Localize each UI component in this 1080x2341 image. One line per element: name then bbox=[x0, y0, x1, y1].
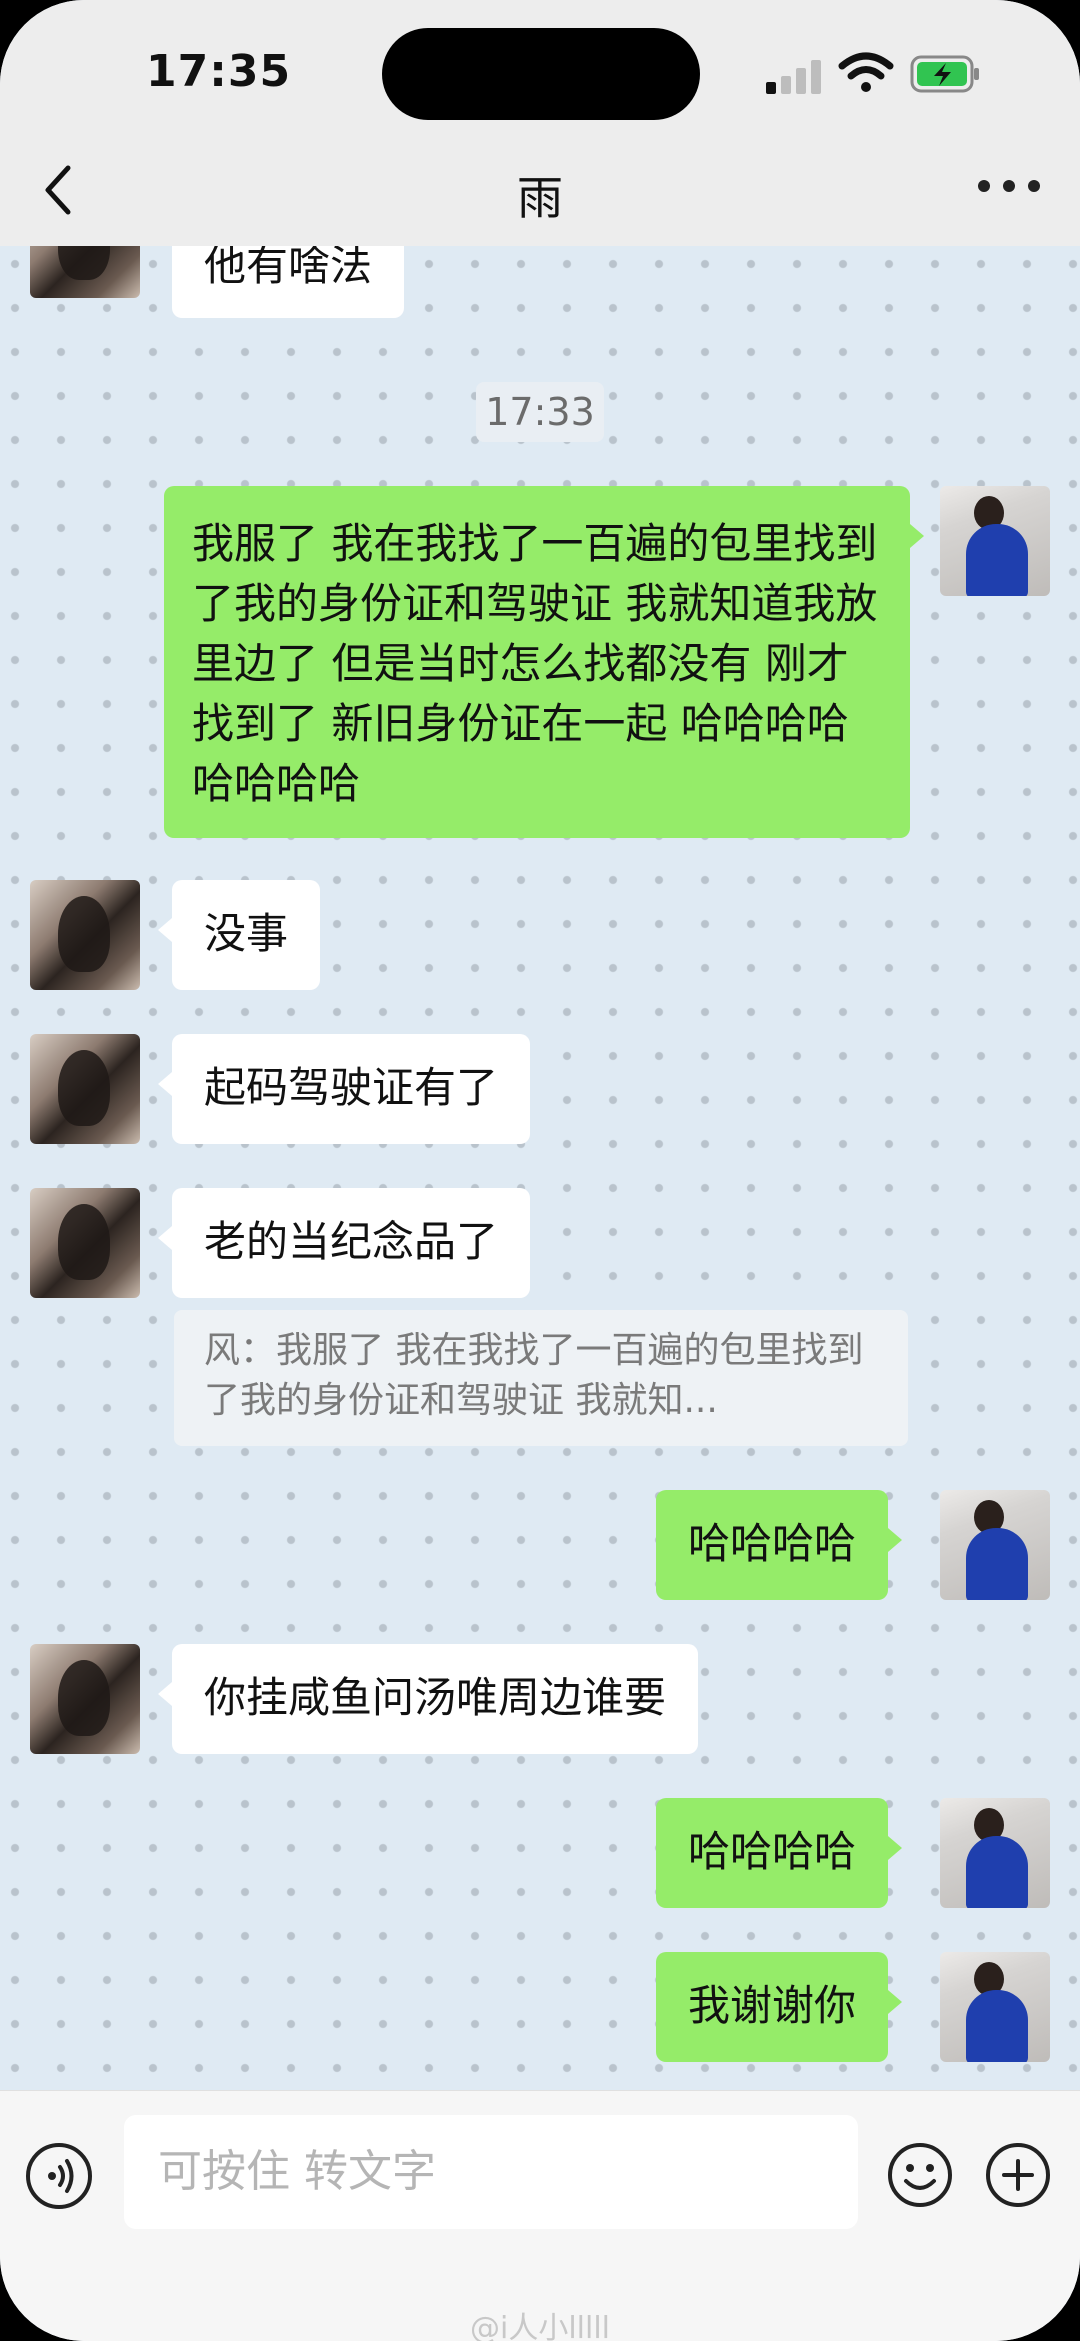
chat-area[interactable]: 他有啥法 17:33 我服了 我在我找了一百遍的包里找到了我的身份证和驾驶证 我… bbox=[0, 178, 1080, 2090]
incoming-message[interactable]: 起码驾驶证有了 bbox=[157, 1034, 531, 1144]
my-avatar[interactable] bbox=[940, 1952, 1050, 2062]
wifi-icon bbox=[838, 52, 894, 92]
my-avatar[interactable] bbox=[940, 1490, 1050, 1600]
emoji-icon[interactable] bbox=[886, 2141, 954, 2209]
message-timestamp: 17:33 bbox=[476, 382, 604, 442]
contact-avatar[interactable] bbox=[30, 880, 140, 990]
top-bar: 17:35 雨 bbox=[0, 0, 1080, 246]
voice-icon[interactable] bbox=[26, 2143, 92, 2209]
outgoing-message[interactable]: 哈哈哈哈 bbox=[656, 1798, 903, 1908]
cellular-signal-icon bbox=[766, 58, 824, 94]
outgoing-message[interactable]: 哈哈哈哈 bbox=[656, 1490, 903, 1600]
input-bar: 可按住 转文字 @i人小lllll bbox=[0, 2090, 1080, 2341]
chat-title: 雨 bbox=[517, 171, 563, 225]
outgoing-message[interactable]: 我谢谢你 bbox=[656, 1952, 903, 2062]
my-avatar[interactable] bbox=[940, 1798, 1050, 1908]
my-avatar[interactable] bbox=[940, 486, 1050, 596]
contact-avatar[interactable] bbox=[30, 1644, 140, 1754]
contact-avatar[interactable] bbox=[30, 1034, 140, 1144]
more-dots-icon[interactable] bbox=[974, 176, 1044, 200]
status-time: 17:35 bbox=[146, 46, 292, 97]
incoming-message[interactable]: 没事 bbox=[157, 880, 321, 990]
quoted-message[interactable]: 风：我服了 我在我找了一百遍的包里找到了我的身份证和驾驶证 我就知... bbox=[174, 1310, 908, 1446]
screen: 17:35 雨 他有啥法 17:33 我服了 我在我找了一百遍的包里找到了我的身… bbox=[0, 0, 1080, 2341]
incoming-message[interactable]: 老的当纪念品了 bbox=[157, 1188, 531, 1298]
plus-icon[interactable] bbox=[984, 2141, 1052, 2209]
phone-frame: 17:35 雨 他有啥法 17:33 我服了 我在我找了一百遍的包里找到了我的身… bbox=[0, 0, 1080, 2341]
incoming-message[interactable]: 你挂咸鱼问汤唯周边谁要 bbox=[157, 1644, 699, 1754]
battery-charging-icon bbox=[910, 55, 979, 93]
contact-avatar[interactable] bbox=[30, 1188, 140, 1298]
dynamic-island bbox=[382, 28, 700, 120]
watermark-text: @i人小lllll bbox=[469, 2311, 610, 2341]
outgoing-message[interactable]: 我服了 我在我找了一百遍的包里找到了我的身份证和驾驶证 我就知道我放里边了 但是… bbox=[164, 486, 924, 838]
message-input[interactable]: 可按住 转文字 bbox=[124, 2115, 858, 2229]
